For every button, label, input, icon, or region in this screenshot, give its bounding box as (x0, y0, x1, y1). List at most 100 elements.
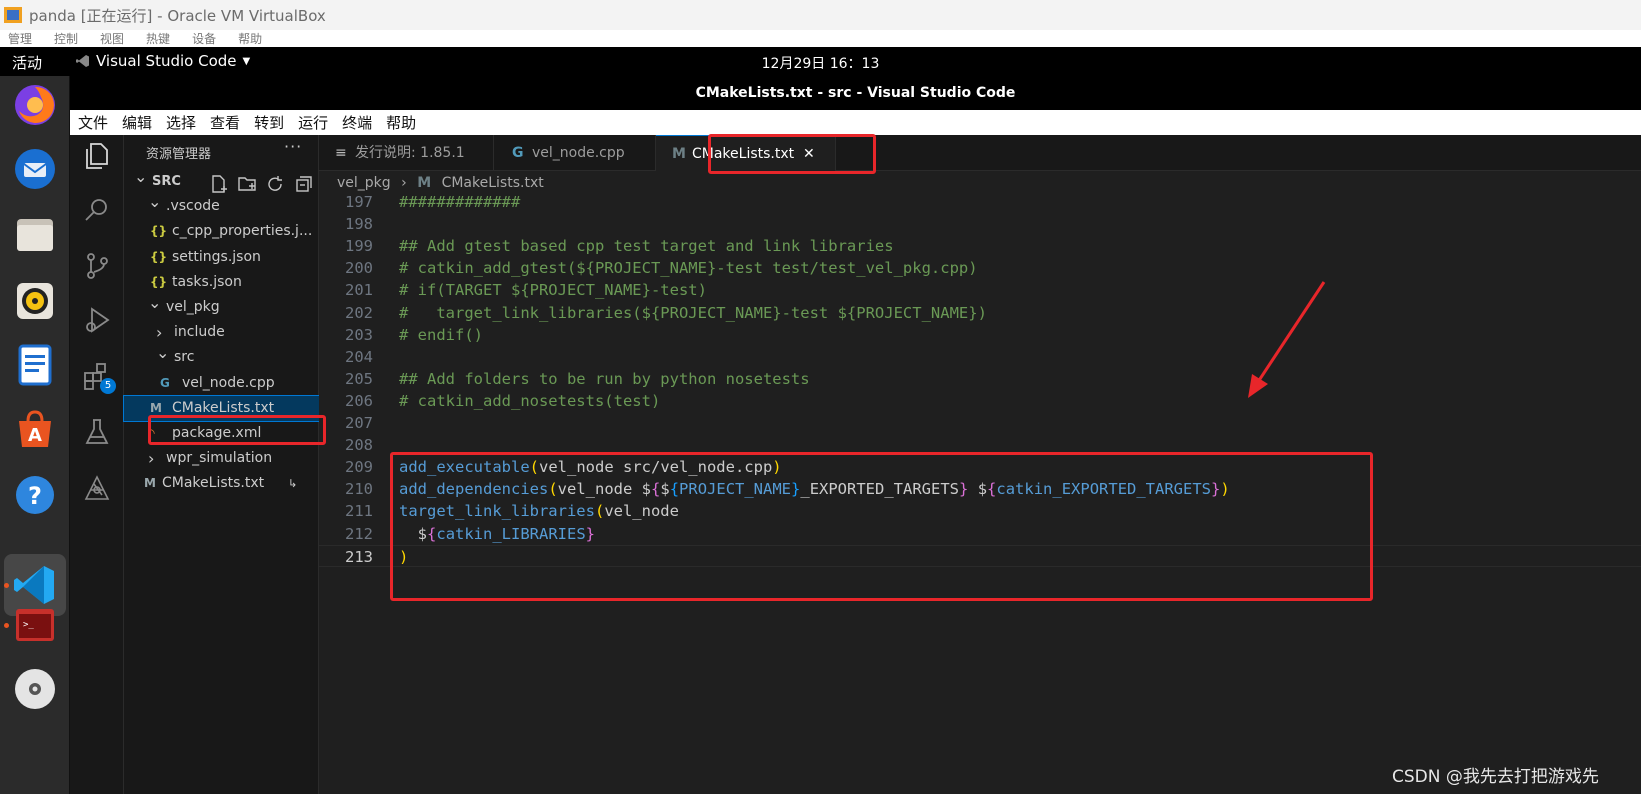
vbox-menu-item[interactable]: 视图 (100, 30, 124, 47)
tree-item-label: wpr_simulation (166, 450, 273, 467)
menu-run[interactable]: 运行 (298, 112, 328, 133)
files-icon[interactable] (12, 212, 58, 258)
code-text: ############# (399, 191, 520, 213)
tree-item-label: SRC (152, 174, 181, 189)
testing-icon[interactable] (82, 417, 112, 447)
line-number: 203 (345, 325, 373, 344)
symlink-icon: ↳ (288, 477, 298, 491)
cpp-file-icon: G (512, 145, 524, 161)
watermark: CSDN @我先去打把游戏先 (1392, 767, 1599, 787)
cmake-file-icon: M (144, 476, 156, 491)
running-indicator (4, 623, 9, 628)
menu-help[interactable]: 帮助 (386, 112, 416, 133)
code-line[interactable]: 202 # target_link_libraries(${PROJECT_NAM… (319, 302, 1641, 324)
menu-selection[interactable]: 选择 (166, 112, 196, 133)
search-icon[interactable] (82, 195, 112, 225)
vbox-menu-item[interactable]: 设备 (192, 30, 216, 47)
svg-text:>_: >_ (23, 620, 34, 630)
code-line[interactable]: 200 # catkin_add_gtest(${PROJECT_NAME}-te… (319, 257, 1641, 279)
ubuntu-dock: A ? >_ (0, 76, 70, 794)
code-text: # endif() (399, 324, 483, 346)
menu-view[interactable]: 查看 (210, 112, 240, 133)
tree-item-label: include (174, 324, 225, 341)
code-line[interactable]: 203 # endif() (319, 324, 1641, 346)
software-center-icon[interactable]: A (12, 406, 58, 452)
tree-item[interactable]: ⌄ src (124, 345, 319, 370)
menu-file[interactable]: 文件 (78, 112, 108, 133)
tree-item[interactable]: {} tasks.json (124, 270, 319, 295)
line-number: 206 (345, 391, 373, 410)
explorer-icon[interactable] (82, 141, 112, 171)
annotation-box-file (148, 415, 326, 445)
explorer-sidebar: 资源管理器 ··· ⌄ SRC ⌄ .vscode{} c_cpp_properties… (123, 135, 320, 794)
run-debug-icon[interactable] (82, 305, 112, 335)
vbox-menu-item[interactable]: 管理 (8, 30, 32, 47)
tree-item[interactable]: › include (124, 320, 319, 345)
code-text: # catkin_add_gtest(${PROJECT_NAME}-test … (399, 257, 978, 279)
vbox-menu-item[interactable]: 控制 (54, 30, 78, 47)
libreoffice-writer-icon[interactable] (12, 342, 58, 388)
vbox-menu-item[interactable]: 帮助 (238, 30, 262, 47)
line-number: 209 (345, 458, 373, 477)
tree-item[interactable]: {} settings.json (124, 245, 319, 270)
json-file-icon: {} (150, 249, 168, 264)
vbox-menu-item[interactable]: 热键 (146, 30, 170, 47)
code-token: # catkin_add_gtest(${PROJECT_NAME}-test … (399, 259, 978, 278)
code-text: ## Add gtest based cpp test target and l… (399, 235, 894, 257)
code-line[interactable]: 197 ############# (319, 191, 1641, 213)
tab-release-notes[interactable]: ≡ 发行说明: 1.85.1 (319, 135, 494, 171)
menu-edit[interactable]: 编辑 (122, 112, 152, 133)
chevron-down-icon: ⌄ (134, 169, 148, 186)
tree-item[interactable]: › wpr_simulation (124, 446, 319, 471)
code-token: # target_link_libraries(${PROJECT_NAME}-… (399, 303, 987, 322)
tree-item[interactable]: ⌄ SRC (124, 169, 319, 194)
code-line[interactable]: 201 # if(TARGET ${PROJECT_NAME}-test) (319, 279, 1641, 301)
tree-item-label: CMakeLists.txt (162, 475, 265, 492)
line-number: 204 (345, 347, 373, 366)
disc-icon[interactable] (12, 666, 58, 712)
more-actions-icon[interactable]: ··· (284, 137, 302, 156)
firefox-icon[interactable] (12, 82, 58, 128)
json-file-icon: {} (150, 274, 168, 289)
release-notes-icon: ≡ (335, 145, 347, 161)
code-line[interactable]: 207 (319, 412, 1641, 434)
tab-vel-node-cpp[interactable]: G vel_node.cpp (494, 135, 656, 171)
code-line[interactable]: 205 ## Add folders to be run by python no… (319, 368, 1641, 390)
rhythmbox-icon[interactable] (12, 278, 58, 324)
code-line[interactable]: 198 (319, 213, 1641, 235)
vbox-title-bar: panda [正在运行] - Oracle VM VirtualBox (0, 0, 1641, 30)
tree-item[interactable]: ⌄ .vscode (124, 194, 319, 219)
code-text: # catkin_add_nosetests(test) (399, 390, 660, 412)
code-token: # if(TARGET ${PROJECT_NAME}-test) (399, 281, 707, 300)
menu-go[interactable]: 转到 (254, 112, 284, 133)
help-icon[interactable]: ? (12, 472, 58, 518)
breadcrumb-file[interactable]: CMakeLists.txt (442, 175, 544, 191)
tree-item[interactable]: Gvel_node.cpp (124, 371, 319, 396)
code-token: # endif() (399, 325, 483, 344)
menu-terminal[interactable]: 终端 (342, 112, 372, 133)
chevron-right-icon: › (148, 449, 155, 469)
code-line[interactable]: 204 (319, 346, 1641, 368)
thunderbird-icon[interactable] (12, 146, 58, 192)
ros-extension-icon[interactable] (82, 473, 112, 503)
line-number: 201 (345, 281, 373, 300)
breadcrumb-folder[interactable]: vel_pkg (337, 175, 391, 191)
code-line[interactable]: 206 # catkin_add_nosetests(test) (319, 390, 1641, 412)
editor-tabs: ≡ 发行说明: 1.85.1 G vel_node.cpp M CMakeLis… (319, 135, 1641, 171)
line-number: 210 (345, 480, 373, 499)
tree-item[interactable]: ⌄ vel_pkg (124, 295, 319, 320)
annotation-box-code (390, 452, 1373, 601)
ubuntu-top-bar: 活动 Visual Studio Code ▼ 12月29日 16：13 (0, 47, 1641, 76)
source-control-icon[interactable] (82, 251, 112, 281)
svg-text:A: A (28, 425, 42, 446)
clock[interactable]: 12月29日 16：13 (0, 53, 1641, 73)
code-line[interactable]: 199 ## Add gtest based cpp test target an… (319, 235, 1641, 257)
line-number: 202 (345, 303, 373, 322)
annotation-arrow (1248, 281, 1326, 398)
chevron-down-icon: ⌄ (148, 194, 162, 212)
terminal-app-icon[interactable]: >_ (12, 602, 58, 648)
tree-item[interactable]: M CMakeLists.txt ↳ (124, 471, 319, 496)
tree-item[interactable]: {} c_cpp_properties.j... (124, 219, 319, 244)
tree-item-label: c_cpp_properties.j... (172, 223, 313, 240)
tab-label: 发行说明: 1.85.1 (355, 145, 465, 161)
